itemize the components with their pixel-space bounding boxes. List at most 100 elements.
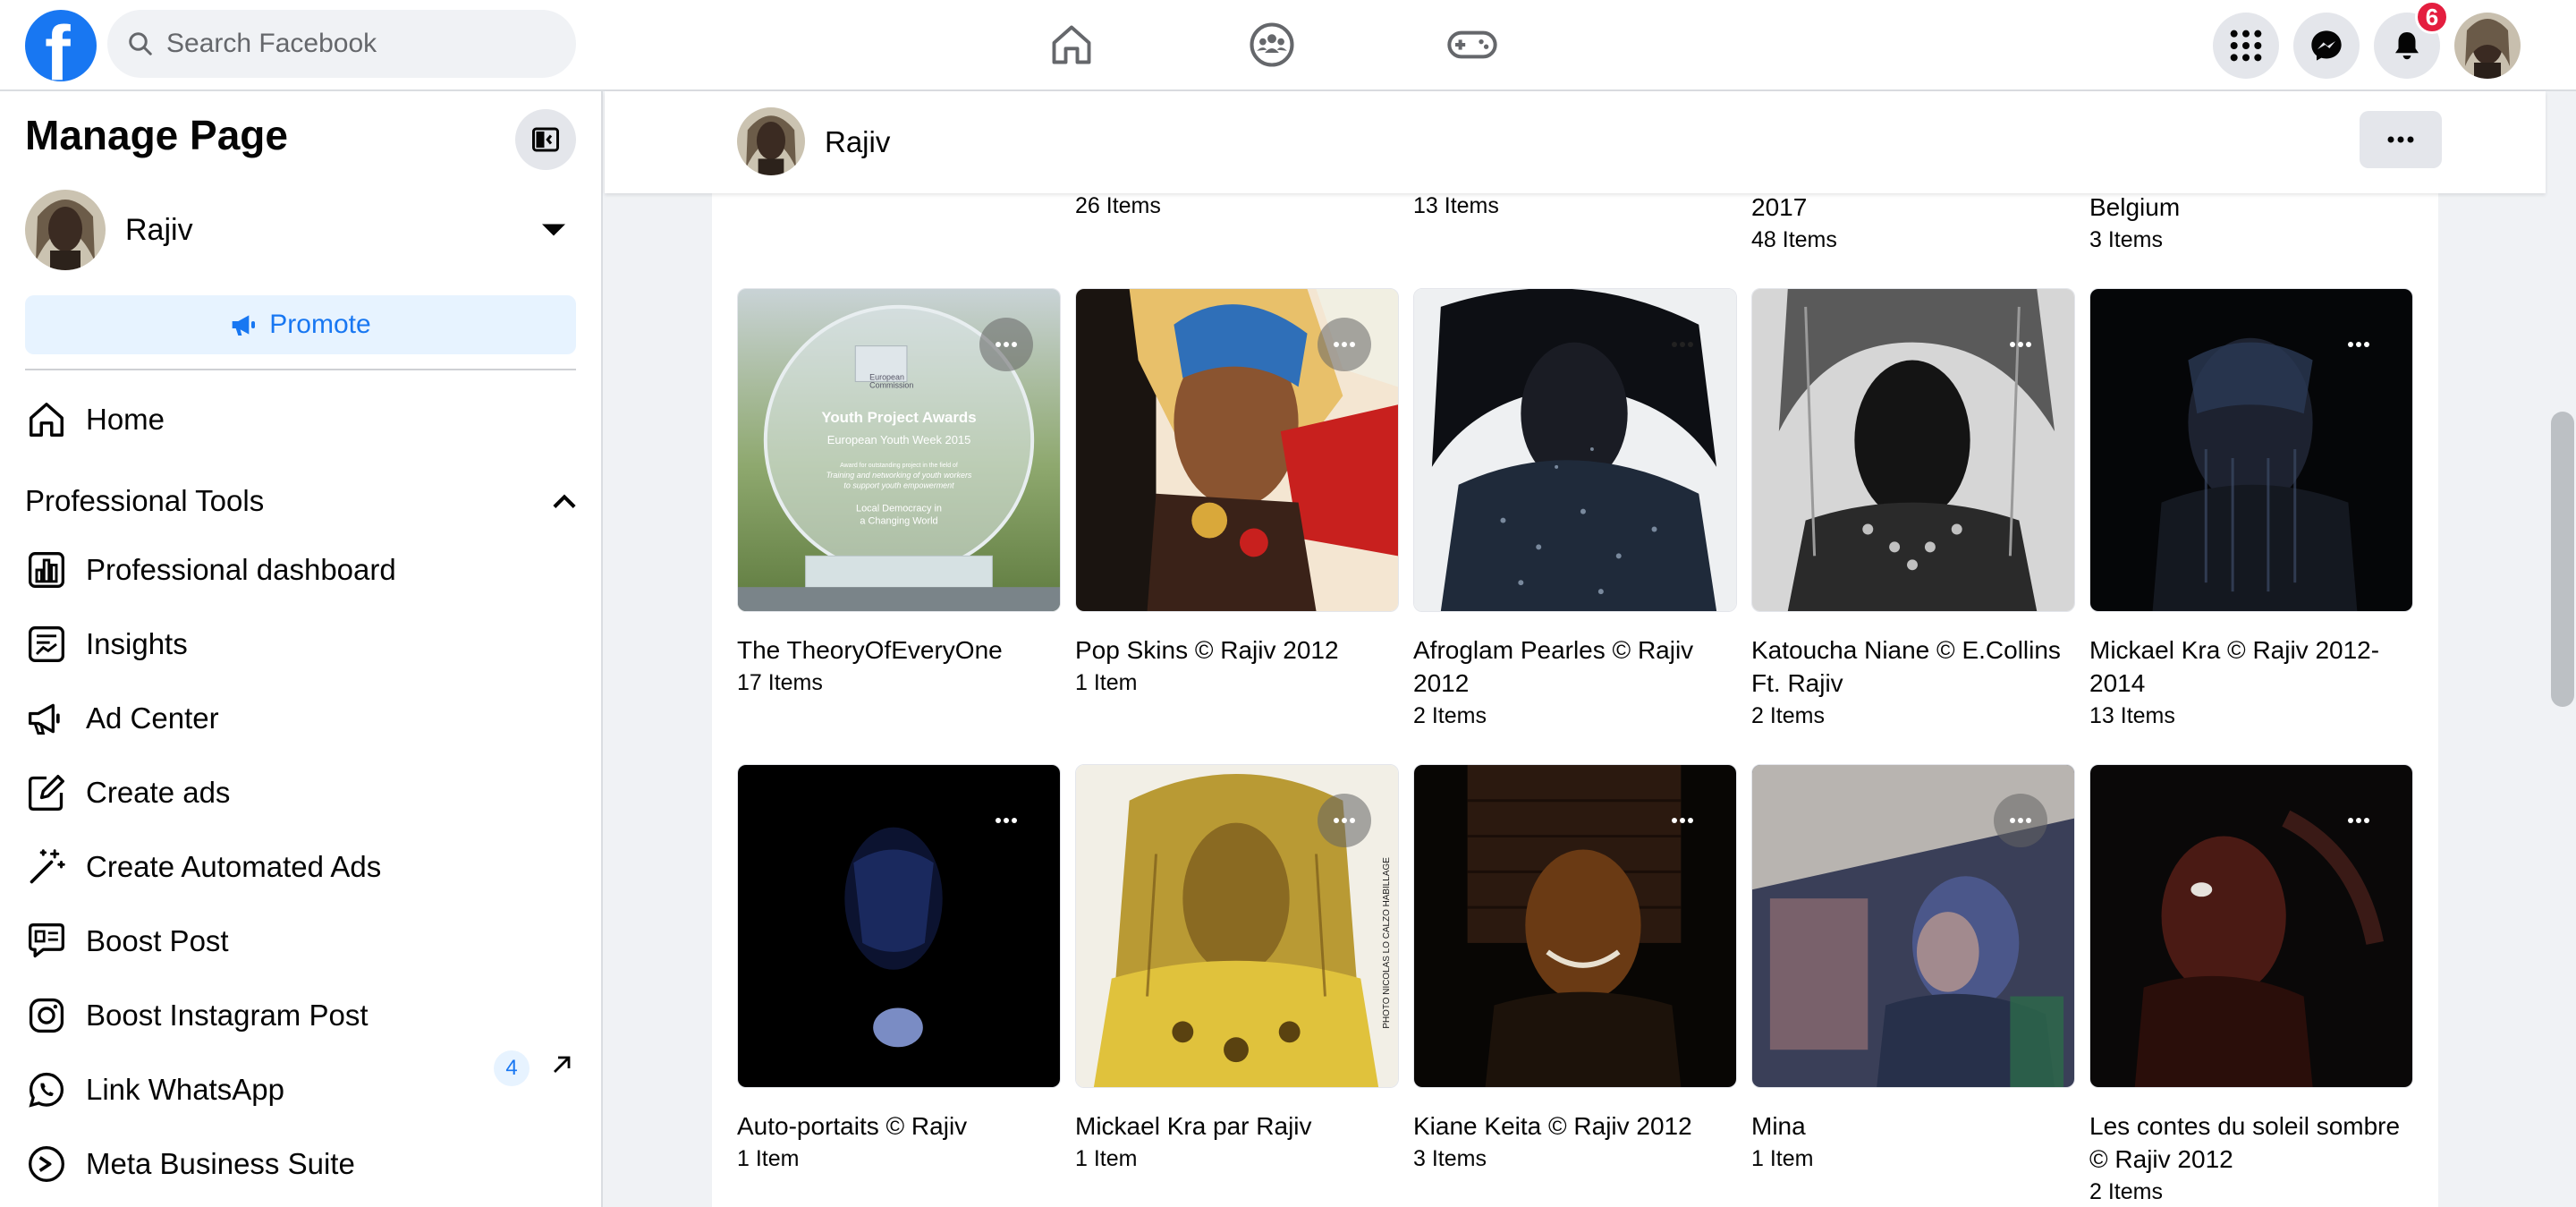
more-dots-icon — [2348, 818, 2369, 823]
album-card[interactable]: Auto-portaits © Rajiv 1 Item — [737, 764, 1061, 1176]
facebook-logo[interactable]: f — [25, 10, 97, 81]
album-card[interactable]: Pop Skins © Rajiv 2012 1 Item — [1075, 288, 1399, 700]
sidebar-item-professional-dashboard[interactable]: Professional dashboard — [25, 539, 589, 601]
album-title[interactable]: Mina — [1751, 1109, 2075, 1143]
album-options-button[interactable] — [1994, 794, 2047, 847]
business-suite-count-badge: 4 — [494, 1050, 530, 1086]
bell-icon — [2395, 31, 2419, 60]
album-thumbnail[interactable] — [1413, 288, 1737, 612]
album-card[interactable]: Mina 1 Item — [1751, 764, 2075, 1176]
caret-down-icon[interactable] — [542, 222, 565, 238]
album-card[interactable]: Kiane Keita © Rajiv 2012 3 Items — [1413, 764, 1737, 1176]
album-item-count: 1 Item — [1075, 670, 1138, 695]
album-title[interactable]: Mickael Kra © Rajiv 2012-2014 — [2089, 633, 2413, 700]
sidebar-item-home[interactable]: Home — [25, 388, 589, 451]
page-switcher[interactable]: Rajiv — [25, 190, 580, 270]
album-card[interactable]: Katoucha Niane © E.Collins Ft. Rajiv 2 I… — [1751, 288, 2075, 733]
album-thumbnail[interactable]: European Commission Youth Project Awards… — [737, 288, 1061, 612]
album-title[interactable]: 2017 — [1751, 193, 1807, 222]
sidebar-item-meta-business-suite[interactable]: Meta Business Suite — [25, 1133, 589, 1195]
album-thumbnail[interactable] — [2089, 764, 2413, 1088]
albums-grid: 26 Items 13 Items 2017 48 Items Belgium … — [712, 193, 2438, 1207]
album-title[interactable]: The TheoryOfEveryOne — [737, 633, 1061, 667]
album-thumbnail[interactable] — [1751, 764, 2075, 1088]
sidebar-toggle-icon — [532, 127, 559, 152]
search-box[interactable] — [107, 10, 576, 78]
sidebar-item-create-ads[interactable]: Create ads — [25, 761, 589, 824]
sidebar-item-create-automated-ads[interactable]: Create Automated Ads — [25, 836, 589, 898]
album-options-button[interactable] — [1318, 794, 1371, 847]
album-title[interactable]: Mickael Kra par Rajiv — [1075, 1109, 1399, 1143]
external-link-icon[interactable] — [551, 1054, 572, 1075]
award-subhead: European Youth Week 2015 — [827, 433, 971, 446]
more-dots-icon — [1334, 818, 1355, 823]
more-dots-icon — [2348, 342, 2369, 347]
album-item-count: 17 Items — [737, 670, 823, 695]
album-card[interactable]: Mickael Kra © Rajiv 2012-2014 13 Items — [2089, 288, 2413, 733]
album-thumbnail[interactable] — [1751, 288, 2075, 612]
page-avatar — [25, 190, 106, 270]
search-input[interactable] — [166, 29, 542, 59]
album-options-button[interactable] — [1994, 318, 2047, 371]
album-thumbnail[interactable] — [1413, 764, 1737, 1088]
sidebar-item-insights[interactable]: Insights — [25, 613, 589, 676]
collapse-sidebar-button[interactable] — [515, 109, 576, 170]
album-card[interactable]: Les contes du soleil sombre © Rajiv 2012… — [2089, 764, 2413, 1207]
album-title[interactable]: Les contes du soleil sombre © Rajiv 2012 — [2089, 1109, 2413, 1176]
award-text: Local Democracy in — [856, 504, 942, 514]
album-options-button[interactable] — [1656, 318, 1709, 371]
album-title[interactable]: Kiane Keita © Rajiv 2012 — [1413, 1109, 1737, 1143]
album-options-button[interactable] — [2332, 318, 2385, 371]
groups-nav-button[interactable] — [1243, 16, 1301, 73]
album-title[interactable]: Belgium — [2089, 193, 2180, 222]
album-options-button[interactable] — [1318, 318, 1371, 371]
notification-count-badge: 6 — [2415, 0, 2449, 34]
more-dots-icon — [2010, 342, 2031, 347]
menu-button[interactable] — [2213, 13, 2279, 79]
album-item-count: 1 Item — [1751, 1146, 1814, 1171]
album-item-count: 2 Items — [2089, 1179, 2163, 1204]
album-title[interactable]: Katoucha Niane © E.Collins Ft. Rajiv — [1751, 633, 2075, 700]
album-thumbnail[interactable]: PHOTO NICOLAS LO CALZO HABILLAGE — [1075, 764, 1399, 1088]
home-icon — [30, 403, 64, 437]
promote-button[interactable]: Promote — [25, 295, 576, 354]
award-text: Award for outstanding project in the fie… — [840, 463, 958, 469]
album-card[interactable]: PHOTO NICOLAS LO CALZO HABILLAGE Mickael… — [1075, 764, 1399, 1176]
home-nav-button[interactable] — [1043, 16, 1100, 73]
album-item-count: 2 Items — [1413, 703, 1487, 728]
album-item-count: 2 Items — [1751, 703, 1825, 728]
sidebar-item-boost-instagram-post[interactable]: Boost Instagram Post — [25, 984, 589, 1047]
header-page-avatar[interactable] — [737, 107, 805, 175]
album-thumbnail[interactable] — [1075, 288, 1399, 612]
instagram-icon — [29, 998, 64, 1033]
boost-post-icon — [29, 923, 64, 958]
album-card[interactable]: Afroglam Pearles © Rajiv 2012 2 Items — [1413, 288, 1737, 733]
album-card[interactable]: European Commission Youth Project Awards… — [737, 288, 1061, 700]
album-item-count: 1 Item — [1075, 1146, 1138, 1171]
award-headline: Youth Project Awards — [821, 409, 976, 426]
album-options-button[interactable] — [979, 318, 1033, 371]
home-icon — [1052, 25, 1091, 64]
profile-avatar[interactable] — [2454, 13, 2521, 79]
messenger-button[interactable] — [2293, 13, 2360, 79]
album-options-button[interactable] — [1656, 794, 1709, 847]
more-dots-icon — [1334, 342, 1355, 347]
album-options-button[interactable] — [979, 794, 1033, 847]
sidebar-item-boost-post[interactable]: Boost Post — [25, 910, 589, 973]
album-thumbnail[interactable] — [737, 764, 1061, 1088]
scrollbar-thumb[interactable] — [2551, 412, 2574, 707]
manage-page-sidebar: Manage Page Rajiv Promote Home Professio… — [0, 91, 603, 1207]
meta-business-icon — [29, 1146, 64, 1182]
album-options-button[interactable] — [2332, 794, 2385, 847]
messenger-icon — [2311, 30, 2342, 61]
sidebar-item-ad-center[interactable]: Ad Center — [25, 687, 589, 750]
album-thumbnail[interactable] — [2089, 288, 2413, 612]
groups-icon — [1250, 22, 1294, 67]
album-title[interactable]: Auto-portaits © Rajiv — [737, 1109, 1061, 1143]
gaming-nav-button[interactable] — [1444, 16, 1501, 73]
header-more-button[interactable] — [2360, 111, 2442, 168]
album-title[interactable]: Afroglam Pearles © Rajiv 2012 — [1413, 633, 1737, 700]
professional-tools-section[interactable]: Professional Tools — [25, 476, 576, 526]
album-title[interactable]: Pop Skins © Rajiv 2012 — [1075, 633, 1399, 667]
gaming-icon — [1447, 30, 1497, 59]
